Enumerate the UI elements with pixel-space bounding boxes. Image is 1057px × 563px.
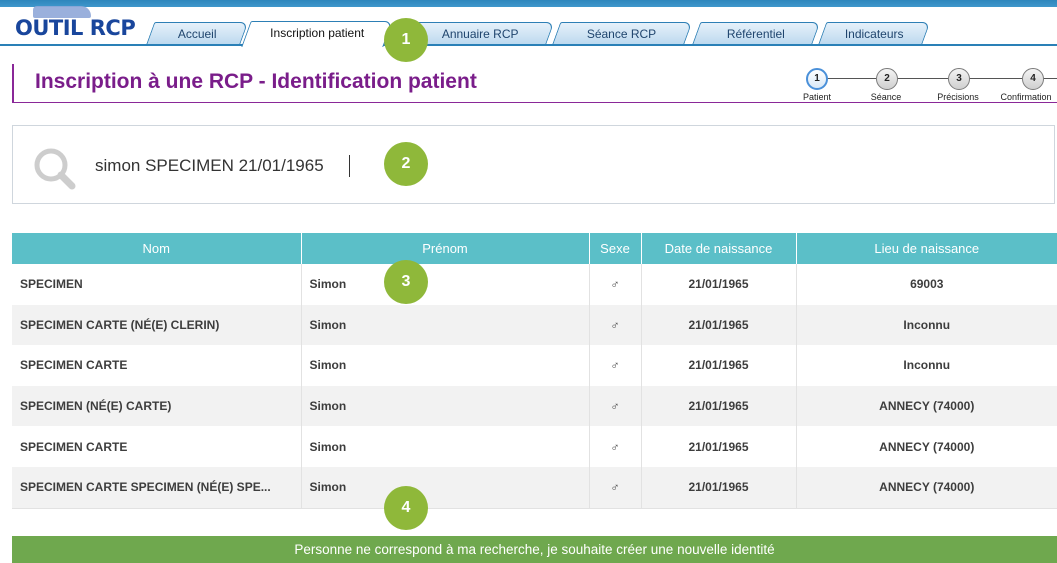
table-row[interactable]: SPECIMEN CARTE Simon ♂ 21/01/1965 Inconn… [12,345,1057,386]
male-icon: ♂ [589,304,642,346]
column-header-sexe[interactable]: Sexe [589,233,642,264]
tab-accueil[interactable]: Accueil [145,22,249,46]
step-1-patient: 1 [806,68,828,90]
step-connector [968,78,1022,79]
cell-nom: SPECIMEN [12,264,302,305]
search-icon [34,148,76,190]
table-row[interactable]: SPECIMEN Simon ♂ 21/01/1965 69003 [12,264,1057,305]
table-row[interactable]: SPECIMEN CARTE (NÉ(E) CLERIN) Simon ♂ 21… [12,304,1057,346]
male-icon: ♂ [589,345,642,386]
tab-label: Accueil [177,27,217,41]
male-icon: ♂ [589,426,642,467]
step-label-patient: Patient [802,92,832,102]
cell-lieu-naissance: ANNECY (74000) [796,385,1057,427]
column-header-date-naissance[interactable]: Date de naissance [641,233,797,264]
column-header-prenom[interactable]: Prénom [301,233,590,264]
patient-search-box[interactable] [12,125,1055,204]
patient-results-table: Nom Prénom Sexe Date de naissance Lieu d… [12,233,1057,508]
cell-prenom: Simon [301,264,590,305]
table-header-row: Nom Prénom Sexe Date de naissance Lieu d… [12,233,1057,264]
callout-badge-4: 4 [384,486,428,530]
tab-label: Séance RCP [587,27,657,41]
column-header-nom[interactable]: Nom [12,233,302,264]
cell-nom: SPECIMEN CARTE [12,426,302,467]
tab-inscription-patient[interactable]: Inscription patient [241,21,393,47]
cell-prenom: Simon [301,385,590,427]
cell-date-naissance: 21/01/1965 [641,264,797,305]
tab-seance-rcp[interactable]: Séance RCP [551,22,693,46]
table-bottom-border [12,508,1057,509]
tab-referentiel[interactable]: Référentiel [691,22,821,46]
step-label-confirmation: Confirmation [1000,92,1052,102]
cell-lieu-naissance: 69003 [796,264,1057,305]
table-row[interactable]: SPECIMEN (NÉ(E) CARTE) Simon ♂ 21/01/196… [12,385,1057,427]
step-3-precisions: 3 [948,68,970,90]
tab-bar-baseline [0,44,1057,46]
cell-prenom: Simon [301,466,590,508]
step-connector [896,78,948,79]
cell-date-naissance: 21/01/1965 [641,426,797,467]
create-new-identity-button[interactable]: Personne ne correspond à ma recherche, j… [12,536,1057,563]
step-label-seance: Séance [870,92,902,102]
step-2-seance: 2 [876,68,898,90]
male-icon: ♂ [589,264,642,305]
tab-label: Référentiel [726,27,785,41]
tab-indicateurs[interactable]: Indicateurs [817,22,931,46]
cell-date-naissance: 21/01/1965 [641,385,797,427]
male-icon: ♂ [589,385,642,427]
callout-badge-3: 3 [384,260,428,304]
page-title: Inscription à une RCP - Identification p… [35,70,477,93]
app-logo[interactable]: OUTIL RCP [13,6,136,42]
cell-lieu-naissance: Inconnu [796,345,1057,386]
callout-badge-2: 2 [384,142,428,186]
title-accent-bar [12,64,14,102]
tab-label: Indicateurs [844,27,904,41]
cell-lieu-naissance: ANNECY (74000) [796,426,1057,467]
search-input[interactable] [95,152,595,180]
tab-annuaire-rcp[interactable]: Annuaire RCP [405,22,555,46]
cell-date-naissance: 21/01/1965 [641,466,797,508]
tab-label: Inscription patient [270,26,365,40]
step-label-precisions: Précisions [937,92,979,102]
top-navigation-bar: OUTIL RCP Accueil Inscription patient An… [0,0,1057,47]
cell-nom: SPECIMEN CARTE [12,345,302,386]
cell-prenom: Simon [301,345,590,386]
progress-stepper: 1 2 3 4 Patient Séance Précisions Confir… [790,64,1057,104]
tab-label: Annuaire RCP [441,27,519,41]
cell-prenom: Simon [301,304,590,346]
cell-date-naissance: 21/01/1965 [641,304,797,346]
table-row[interactable]: SPECIMEN CARTE Simon ♂ 21/01/1965 ANNECY… [12,426,1057,467]
male-icon: ♂ [589,466,642,508]
cell-date-naissance: 21/01/1965 [641,345,797,386]
step-connector [1042,78,1057,79]
cell-nom: SPECIMEN CARTE (NÉ(E) CLERIN) [12,304,302,346]
cell-nom: SPECIMEN CARTE SPECIMEN (NÉ(E) SPE... [12,466,302,508]
column-header-lieu-naissance[interactable]: Lieu de naissance [796,233,1057,264]
logo-text: OUTIL RCP [15,16,136,40]
text-cursor [349,155,350,177]
top-accent-strip [0,0,1057,7]
cell-lieu-naissance: Inconnu [796,304,1057,346]
step-4-confirmation: 4 [1022,68,1044,90]
callout-badge-1: 1 [384,18,428,62]
table-row[interactable]: SPECIMEN CARTE SPECIMEN (NÉ(E) SPE... Si… [12,466,1057,508]
cell-nom: SPECIMEN (NÉ(E) CARTE) [12,385,302,427]
step-connector [822,78,876,79]
cell-lieu-naissance: ANNECY (74000) [796,466,1057,508]
cell-prenom: Simon [301,426,590,467]
